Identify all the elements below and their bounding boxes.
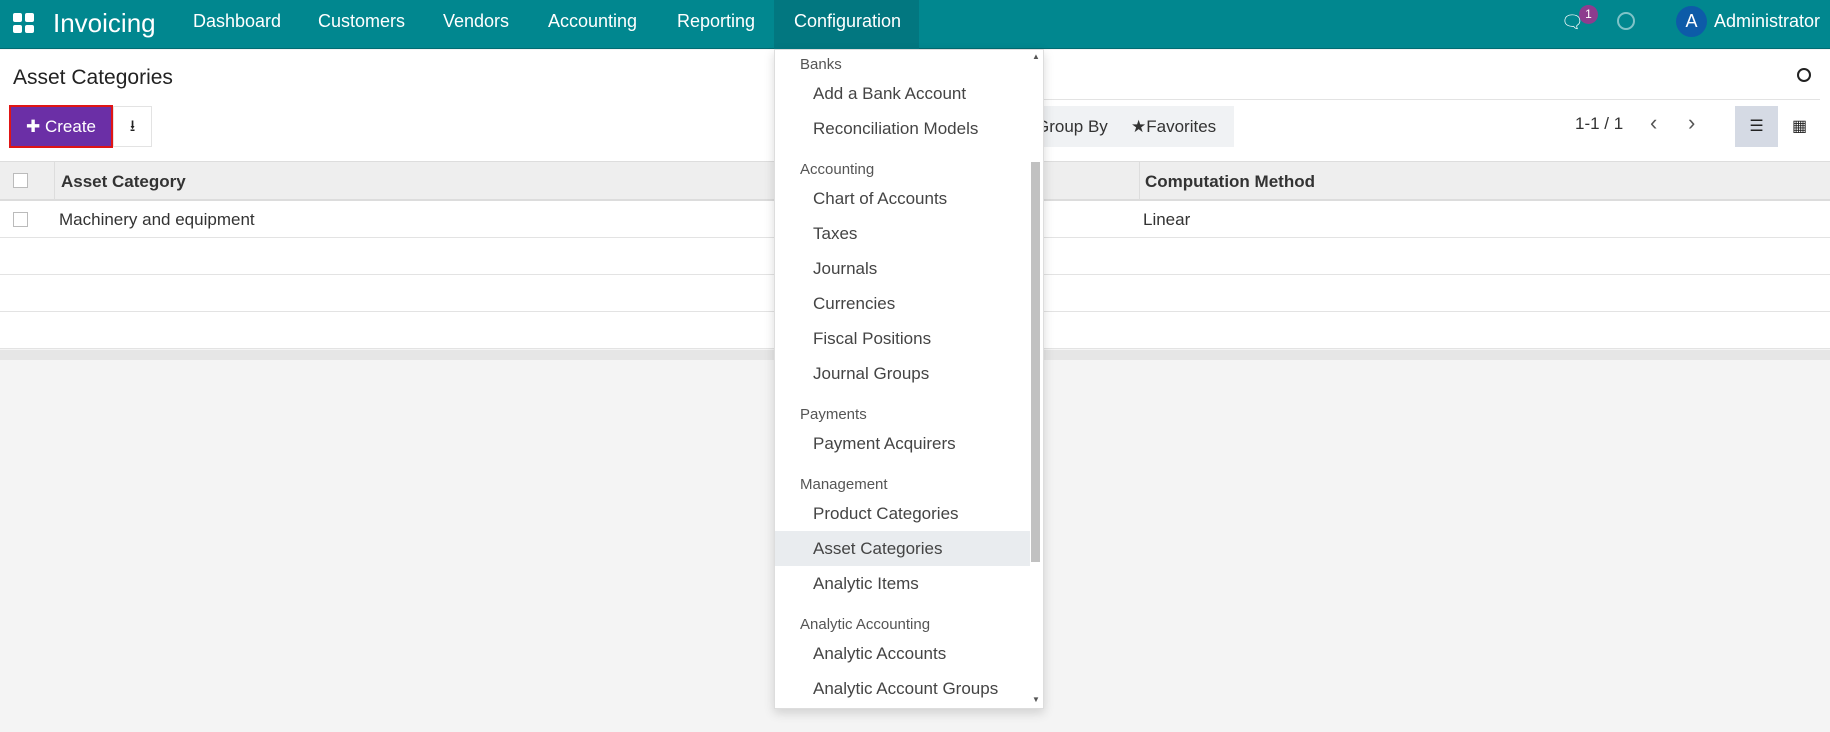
dropdown-item-chart-of-accounts[interactable]: Chart of Accounts	[775, 181, 1030, 216]
favorites-label: Favorites	[1146, 117, 1217, 136]
star-icon: ★	[1131, 117, 1147, 136]
search-input[interactable]	[1040, 99, 1820, 100]
create-label: Create	[44, 117, 96, 136]
dropdown-item-analytic-items[interactable]: Analytic Items	[775, 566, 1030, 601]
cell-asset-category: Machinery and equipment	[59, 210, 255, 229]
dropdown-item-journals[interactable]: Journals	[775, 251, 1030, 286]
column-asset-category[interactable]: Asset Category	[61, 172, 186, 192]
scrollbar-thumb[interactable]	[1031, 162, 1040, 562]
configuration-dropdown: Banks Add a Bank Account Reconciliation Mo…	[774, 49, 1044, 709]
favorites-button[interactable]: ★Favorites	[1131, 106, 1216, 147]
select-all-checkbox[interactable]	[13, 173, 28, 188]
dropdown-item-analytic-accounts[interactable]: Analytic Accounts	[775, 636, 1030, 671]
group-by-button[interactable]: Group By	[1036, 106, 1108, 147]
apps-menu-icon[interactable]	[13, 13, 34, 33]
dropdown-item-analytic-account-groups[interactable]: Analytic Account Groups	[775, 671, 1030, 706]
row-checkbox[interactable]	[13, 212, 28, 227]
list-view-icon[interactable]: ☰	[1735, 106, 1778, 147]
menu-vendors[interactable]: Vendors	[423, 0, 529, 49]
pager-value[interactable]: 1-1 / 1	[1575, 114, 1623, 134]
activity-clock-icon[interactable]	[1617, 12, 1635, 30]
dropdown-section-header: Accounting	[800, 161, 875, 178]
dropdown-item-product-categories[interactable]: Product Categories	[775, 496, 1030, 531]
dropdown-section-header: Management	[800, 476, 888, 493]
dropdown-item-journal-groups[interactable]: Journal Groups	[775, 356, 1030, 391]
scroll-up-icon[interactable]: ▲	[1032, 52, 1040, 61]
dropdown-item-reconciliation-models[interactable]: Reconciliation Models	[775, 111, 1030, 146]
dropdown-section-header: Banks	[800, 56, 842, 73]
dropdown-item-payment-acquirers[interactable]: Payment Acquirers	[775, 426, 1030, 461]
kanban-view-icon[interactable]: ▦	[1778, 106, 1821, 147]
plus-icon: ✚	[26, 117, 45, 136]
menu-customers[interactable]: Customers	[298, 0, 425, 49]
dropdown-item-taxes[interactable]: Taxes	[775, 216, 1030, 251]
dropdown-item-asset-categories[interactable]: Asset Categories	[775, 531, 1030, 566]
dropdown-item-currencies[interactable]: Currencies	[775, 286, 1030, 321]
dropdown-item-fiscal-positions[interactable]: Fiscal Positions	[775, 321, 1030, 356]
dropdown-section-header: Analytic Accounting	[800, 616, 931, 633]
messages-badge: 1	[1579, 5, 1598, 24]
scroll-down-icon[interactable]: ▼	[1032, 695, 1040, 704]
create-button[interactable]: ✚ Create	[9, 105, 113, 148]
download-icon[interactable]: ⭳	[113, 106, 152, 147]
previous-page-icon[interactable]: ‹	[1650, 110, 1657, 136]
cell-computation-method: Linear	[1143, 210, 1191, 229]
dropdown-scrollbar[interactable]: ▲ ▼	[1030, 52, 1041, 704]
next-page-icon[interactable]: ›	[1688, 110, 1695, 136]
menu-dashboard[interactable]: Dashboard	[173, 0, 301, 49]
menu-reporting[interactable]: Reporting	[657, 0, 775, 49]
menu-accounting[interactable]: Accounting	[528, 0, 657, 49]
app-name[interactable]: Invoicing	[53, 8, 156, 39]
dropdown-item-add-a-bank-account[interactable]: Add a Bank Account	[775, 76, 1030, 111]
column-computation-method[interactable]: Computation Method	[1145, 172, 1315, 192]
menu-configuration[interactable]: Configuration	[774, 0, 919, 49]
top-navbar: Invoicing Dashboard Customers Vendors Ac…	[0, 0, 1830, 49]
dropdown-section-header: Payments	[800, 406, 867, 423]
search-icon[interactable]	[1797, 68, 1811, 82]
user-menu[interactable]: Administrator	[1714, 11, 1820, 32]
page-title: Asset Categories	[13, 66, 173, 89]
avatar[interactable]: A	[1676, 6, 1707, 37]
